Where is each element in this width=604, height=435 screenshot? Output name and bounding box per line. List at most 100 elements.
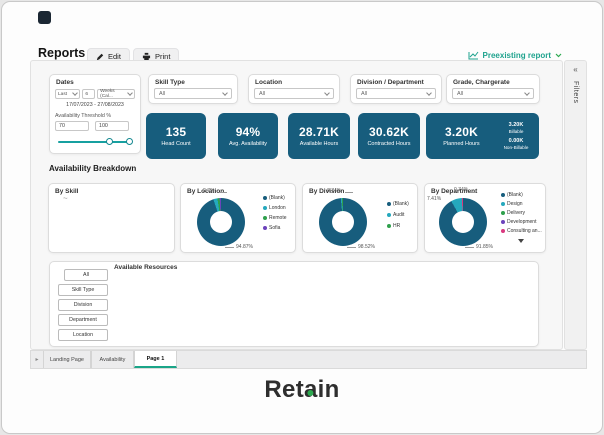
slider-handle-min[interactable] xyxy=(106,138,113,145)
kpi-sub-label: Billable xyxy=(509,129,524,134)
tab-page-1[interactable]: Page 1 xyxy=(134,351,177,368)
legend-item[interactable]: Development xyxy=(501,219,542,225)
division-donut-chart[interactable] xyxy=(319,198,367,246)
legend-more-chevron-down-icon[interactable] xyxy=(518,239,524,243)
legend-item[interactable]: Audit xyxy=(387,212,409,218)
skill-type-filter-card: Skill Type All xyxy=(148,74,238,104)
grade-value: All xyxy=(457,91,463,97)
legend-label: Consulting an... xyxy=(507,228,542,234)
legend-color-dot xyxy=(501,220,505,224)
kpi-head-count: 135 Head Count xyxy=(146,113,206,159)
logo-a-with-green-dot-icon: a xyxy=(304,376,318,404)
legend-color-dot xyxy=(387,213,391,217)
callout-line xyxy=(225,247,234,248)
tab-nav-arrow-icon[interactable]: ▸ xyxy=(31,351,43,368)
legend-item[interactable]: (Blank) xyxy=(263,195,287,201)
resources-filter-department[interactable]: Department xyxy=(58,314,108,326)
slider-handle-max[interactable] xyxy=(126,138,133,145)
resources-filter-location[interactable]: Location xyxy=(58,329,108,341)
empty-chart-mark: ~ xyxy=(63,194,68,203)
breakdown-section-title: Availability Breakdown xyxy=(49,164,136,173)
dates-count-input[interactable]: 6 xyxy=(82,89,95,99)
kpi-planned-hours: 3.20K Planned Hours 3.20K Billable 0.00K… xyxy=(426,113,539,159)
legend-color-dot xyxy=(263,216,267,220)
legend-label: Audit xyxy=(393,212,404,218)
app-logo-icon xyxy=(38,11,51,24)
by-division-title: By Division xyxy=(303,184,417,196)
kpi-value: 135 xyxy=(166,125,187,139)
location-title: Location xyxy=(249,75,339,87)
tab-landing-page[interactable]: Landing Page xyxy=(43,351,91,368)
department-donut-chart[interactable] xyxy=(439,198,487,246)
callout-label: 0.74% xyxy=(327,188,341,194)
callout-label: 98.52% xyxy=(358,244,375,250)
skill-type-select[interactable]: All xyxy=(154,88,232,99)
kpi-sub-value: 3.20K xyxy=(509,122,524,128)
skill-type-title: Skill Type xyxy=(149,75,237,87)
kpi-value: 28.71K xyxy=(299,125,339,139)
logo-text: Ret xyxy=(264,376,304,403)
threshold-min-input[interactable]: 70 xyxy=(55,121,89,131)
app-window: Reports Edit Print Preexisting report Da… xyxy=(1,1,603,434)
grade-title: Grade, Chargerate xyxy=(447,75,539,87)
by-department-chart-card: By Department 7.41% 0.74% 91.85% (Blank)… xyxy=(424,183,546,253)
report-selector[interactable]: Preexisting report xyxy=(468,51,562,60)
legend-item[interactable]: Design xyxy=(501,201,542,207)
dates-filter-card: Dates Last 6 Weeks (Cal... 17/07/2023 - … xyxy=(49,74,141,154)
kpi-avg-availability: 94% Avg. Availability xyxy=(218,113,278,159)
callout-label: 0.74% xyxy=(454,187,468,193)
legend-label: (Blank) xyxy=(269,195,285,201)
kpi-label: Contracted Hours xyxy=(367,141,410,147)
dates-mode-select[interactable]: Last xyxy=(55,89,80,99)
retain-logo: Retain xyxy=(264,376,339,404)
report-canvas: Dates Last 6 Weeks (Cal... 17/07/2023 - … xyxy=(30,60,563,350)
filters-panel: « Filters xyxy=(564,60,587,350)
location-select[interactable]: All xyxy=(254,88,334,99)
dates-unit-value: Weeks (Cal... xyxy=(100,89,128,99)
by-location-chart-card: By Location 2.7% 94.87% (Blank) London R… xyxy=(180,183,296,253)
location-donut-chart[interactable] xyxy=(197,198,245,246)
resources-filter-all[interactable]: All xyxy=(64,269,108,281)
tab-availability[interactable]: Availability xyxy=(91,351,134,368)
legend-color-dot xyxy=(501,211,505,215)
division-value: All xyxy=(361,91,367,97)
callout-line xyxy=(219,192,227,193)
threshold-label: Availability Threshold % xyxy=(55,113,135,119)
callout-label: 91.85% xyxy=(476,244,493,250)
legend-label: Development xyxy=(507,219,536,225)
resources-filter-skill-type[interactable]: Skill Type xyxy=(58,284,108,296)
legend-color-dot xyxy=(387,224,391,228)
by-skill-chart-card: By Skill ~ xyxy=(48,183,175,253)
callout-line xyxy=(465,247,474,248)
legend-item[interactable]: HR xyxy=(387,223,409,229)
callout-line xyxy=(347,247,356,248)
threshold-max-input[interactable]: 100 xyxy=(95,121,129,131)
chevron-down-icon xyxy=(555,53,562,58)
legend-label: Remote xyxy=(269,215,287,221)
division-select[interactable]: All xyxy=(356,88,436,99)
legend-item[interactable]: Remote xyxy=(263,215,287,221)
dates-count-value: 6 xyxy=(85,92,88,97)
page-tab-bar: ▸ Landing Page Availability Page 1 xyxy=(30,350,587,369)
legend-item[interactable]: (Blank) xyxy=(387,201,409,207)
legend-item[interactable]: Sofia xyxy=(263,225,287,231)
legend-label: Delivery xyxy=(507,210,525,216)
legend-color-dot xyxy=(387,202,391,206)
kpi-label: Planned Hours xyxy=(443,141,479,147)
resources-filter-division[interactable]: Division xyxy=(58,299,108,311)
legend-color-dot xyxy=(263,206,267,210)
legend-item[interactable]: London xyxy=(263,205,287,211)
chevron-down-icon xyxy=(426,90,432,96)
grade-select[interactable]: All xyxy=(452,88,534,99)
legend-color-dot xyxy=(501,193,505,197)
legend-item[interactable]: Consulting an... xyxy=(501,228,542,234)
by-division-chart-card: By Division 0.74% 98.52% (Blank) Audit H… xyxy=(302,183,418,253)
chevron-down-icon xyxy=(524,90,530,96)
legend-item[interactable]: Delivery xyxy=(501,210,542,216)
dates-unit-select[interactable]: Weeks (Cal... xyxy=(97,89,135,99)
chevron-down-icon xyxy=(127,90,133,96)
location-filter-card: Location All xyxy=(248,74,340,104)
legend-item[interactable]: (Blank) xyxy=(501,192,542,198)
division-filter-card: Division / Department All xyxy=(350,74,442,104)
collapse-filters-icon[interactable]: « xyxy=(565,65,586,74)
